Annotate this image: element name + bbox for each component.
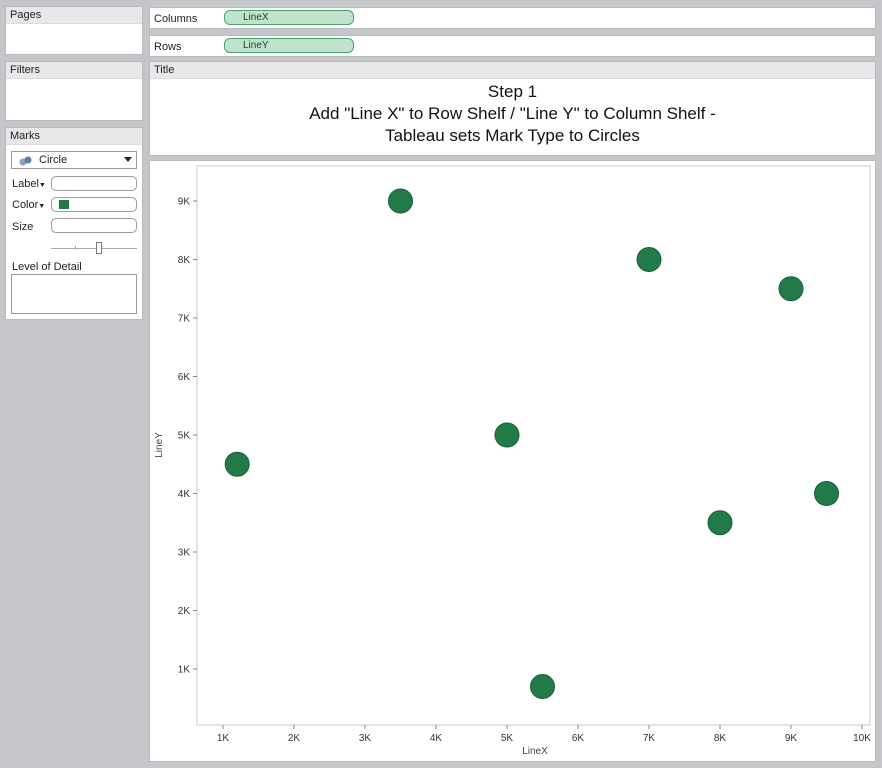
y-tick-label: 7K xyxy=(178,314,191,325)
title-card: Title Step 1 Add "Line X" to Row Shelf /… xyxy=(149,61,876,156)
pages-card: Pages xyxy=(5,6,143,55)
plot-frame xyxy=(196,165,871,726)
x-tick-label: 3K xyxy=(359,733,372,744)
chevron-down-icon: ▼ xyxy=(38,203,46,210)
y-tick-label: 2K xyxy=(178,606,191,617)
circle-mark-icon xyxy=(19,156,32,166)
data-point[interactable] xyxy=(778,276,804,302)
x-tick-label: 10K xyxy=(853,733,871,744)
mark-type-label: Circle xyxy=(39,154,68,166)
x-tick-label: 4K xyxy=(430,733,443,744)
color-swatch xyxy=(59,200,69,209)
data-point[interactable] xyxy=(530,674,555,700)
mark-type-dropdown[interactable]: Circle xyxy=(11,151,137,169)
y-axis-title: LineY xyxy=(154,432,165,458)
color-shelf-box[interactable] xyxy=(51,197,137,212)
y-tick-label: 8K xyxy=(178,255,191,266)
columns-label: Columns xyxy=(154,13,198,25)
y-tick-label: 6K xyxy=(178,372,191,383)
x-tick-label: 5K xyxy=(501,733,514,744)
size-shelf-box[interactable] xyxy=(51,218,137,233)
data-point[interactable] xyxy=(636,247,662,272)
title-line-1: Step 1 xyxy=(487,82,538,101)
y-tick-label: 4K xyxy=(178,489,191,500)
title-line-2: Add "Line X" to Row Shelf / "Line Y" to … xyxy=(309,104,716,123)
scatter-chart: 1K 2K 3K 4K 5K 6K 7K 8K 9K 1K 2K 3K 4K 5K 6K 7K 8K 9K 10K… xyxy=(154,165,871,757)
data-point[interactable] xyxy=(814,481,839,506)
slider-tick xyxy=(75,246,76,250)
data-point[interactable] xyxy=(494,422,520,448)
rows-shelf[interactable]: Rows LineY xyxy=(149,35,876,57)
lod-label: Level of Detail xyxy=(12,261,82,273)
title-header: Title xyxy=(150,62,875,79)
columns-shelf[interactable]: Columns LineX xyxy=(149,7,876,29)
x-axis-title: LineX xyxy=(522,746,548,757)
label-shelf-label[interactable]: Label▼ xyxy=(12,178,46,190)
x-tick-label: 7K xyxy=(643,733,656,744)
columns-pill[interactable]: LineX xyxy=(224,10,354,25)
x-tick-label: 2K xyxy=(288,733,301,744)
rows-label: Rows xyxy=(154,41,182,53)
y-tick-label: 1K xyxy=(178,665,191,676)
data-point[interactable] xyxy=(224,451,250,477)
marks-card: Marks Circle Label▼ Color▼ Size Level of… xyxy=(5,127,143,320)
rows-pill[interactable]: LineY xyxy=(224,38,354,53)
data-point[interactable] xyxy=(707,510,733,536)
slider-track xyxy=(51,248,137,249)
pages-header: Pages xyxy=(6,7,142,24)
x-tick-label: 8K xyxy=(714,733,727,744)
data-point[interactable] xyxy=(388,188,413,214)
chevron-down-icon: ▼ xyxy=(38,182,46,189)
color-shelf-label[interactable]: Color▼ xyxy=(12,199,45,211)
label-shelf-box[interactable] xyxy=(51,176,137,191)
x-tick-label: 1K xyxy=(217,733,230,744)
x-tick-label: 6K xyxy=(572,733,585,744)
y-tick-label: 3K xyxy=(178,548,191,559)
filters-header: Filters xyxy=(6,62,142,79)
size-slider[interactable] xyxy=(51,242,137,254)
chart-area: 1K 2K 3K 4K 5K 6K 7K 8K 9K 1K 2K 3K 4K 5K 6K 7K 8K 9K 10K… xyxy=(149,160,876,762)
title-line-3: Tableau sets Mark Type to Circles xyxy=(385,126,640,145)
lod-box[interactable] xyxy=(11,274,137,314)
y-tick-label: 9K xyxy=(178,197,191,208)
filters-card[interactable]: Filters xyxy=(5,61,143,121)
chevron-down-icon xyxy=(124,157,132,162)
x-tick-label: 9K xyxy=(785,733,798,744)
slider-handle[interactable] xyxy=(96,242,102,254)
marks-header: Marks xyxy=(6,128,142,145)
y-tick-label: 5K xyxy=(178,431,191,442)
size-shelf-label: Size xyxy=(12,221,34,233)
